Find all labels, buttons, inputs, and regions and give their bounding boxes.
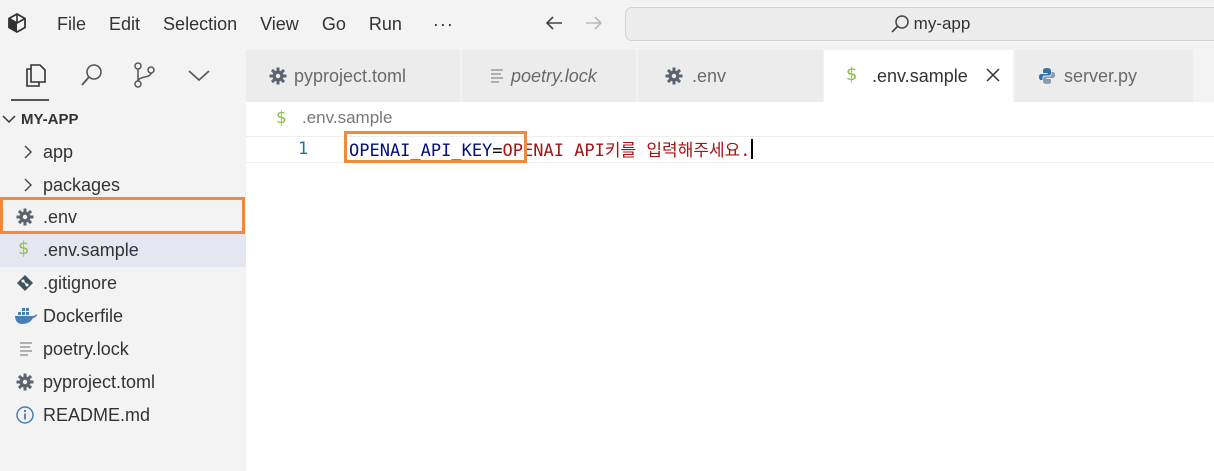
- title-bar: File Edit Selection View Go Run ··· my-a…: [0, 0, 1214, 50]
- tree-item-poetry-lock[interactable]: poetry.lock: [0, 333, 246, 366]
- gear-icon: [16, 373, 34, 391]
- arrow-right-icon[interactable]: [583, 12, 605, 34]
- dollar-icon: $: [18, 238, 30, 259]
- search-icon[interactable]: [78, 61, 106, 89]
- tree-item-pyproject[interactable]: pyproject.toml: [0, 366, 246, 399]
- docker-icon: [15, 308, 37, 324]
- line-number: 1: [298, 139, 309, 159]
- tree-item-label: .env.sample: [43, 240, 139, 260]
- menu-selection[interactable]: Selection: [163, 12, 237, 36]
- chevron-right-icon: [24, 178, 32, 192]
- tab-label: poetry.lock: [511, 66, 597, 86]
- close-icon[interactable]: [984, 66, 1002, 84]
- breadcrumb-file[interactable]: .env.sample: [302, 108, 392, 128]
- search-text: my-app: [913, 14, 971, 33]
- tree-item-label: .gitignore: [43, 273, 118, 293]
- search-icon: [891, 15, 909, 33]
- sidebar: MY-APP app packages .env $ .env.sample .…: [0, 50, 246, 471]
- menu-view[interactable]: View: [260, 12, 299, 36]
- tree-item-gitignore[interactable]: .gitignore: [0, 267, 246, 300]
- text-cursor: [750, 139, 753, 159]
- activity-bar: [0, 50, 246, 102]
- menu-more-button[interactable]: ···: [433, 14, 454, 35]
- tab-pyproject-toml[interactable]: pyproject.toml: [246, 50, 461, 102]
- tree-item-label: poetry.lock: [43, 339, 129, 359]
- info-icon: [16, 406, 34, 424]
- explorer-folder-header[interactable]: MY-APP: [0, 107, 79, 131]
- tree-item-label: packages: [43, 175, 121, 195]
- menu-run[interactable]: Run: [369, 12, 402, 36]
- editor-tabs: pyproject.toml poetry.lock .env $ .env.s…: [246, 50, 1214, 102]
- tree-item-label: app: [43, 142, 74, 162]
- tab-server-py[interactable]: server.py: [1015, 50, 1194, 102]
- breadcrumb[interactable]: $ .env.sample: [276, 108, 392, 128]
- tab-label: pyproject.toml: [294, 66, 407, 86]
- folder-name: MY-APP: [21, 110, 79, 128]
- menu-file[interactable]: File: [57, 12, 86, 36]
- tree-item-label: README.md: [43, 405, 151, 425]
- tree-item-label: Dockerfile: [43, 306, 124, 326]
- source-control-icon[interactable]: [130, 61, 158, 89]
- menu-go[interactable]: Go: [322, 12, 346, 36]
- gear-icon: [665, 67, 683, 85]
- vscode-logo-icon: [8, 12, 26, 34]
- tree-item-label: pyproject.toml: [43, 372, 156, 392]
- tree-item-readme[interactable]: README.md: [0, 399, 246, 432]
- git-icon: [17, 275, 33, 291]
- tab-poetry-lock[interactable]: poetry.lock: [462, 50, 637, 102]
- env-value: OPENAI API키를 입력해주세요.: [502, 141, 751, 161]
- python-icon: [1039, 68, 1055, 84]
- tab-label: server.py: [1064, 66, 1138, 86]
- arrow-left-icon[interactable]: [543, 12, 565, 34]
- lines-icon: [20, 342, 32, 356]
- editor[interactable]: $ .env.sample 1 OPENAI_API_KEY=OPENAI AP…: [246, 102, 1214, 471]
- explorer-icon[interactable]: [22, 61, 50, 89]
- tab-env-sample[interactable]: $ .env.sample: [824, 50, 1014, 102]
- highlight-box-env: [0, 197, 245, 234]
- command-center-search[interactable]: my-app: [625, 7, 1214, 41]
- tree-item-dockerfile[interactable]: Dockerfile: [0, 300, 246, 333]
- tab-label: .env: [692, 66, 727, 86]
- dollar-icon: $: [846, 64, 858, 85]
- tab-label: .env.sample: [872, 66, 968, 86]
- chevron-down-icon[interactable]: [185, 61, 213, 89]
- active-view-indicator: [11, 99, 49, 101]
- tree-item-env-sample[interactable]: $ .env.sample: [0, 234, 246, 267]
- highlight-box-key: [344, 131, 527, 163]
- chevron-down-icon: [2, 115, 16, 124]
- menu-bar: File Edit Selection View Go Run ···: [57, 12, 454, 36]
- lines-icon: [491, 69, 503, 83]
- gear-icon: [269, 67, 287, 85]
- tab-env[interactable]: .env: [638, 50, 824, 102]
- tree-item-app[interactable]: app: [0, 136, 246, 169]
- dollar-icon: $: [276, 108, 287, 128]
- chevron-right-icon: [24, 145, 32, 159]
- menu-edit[interactable]: Edit: [109, 12, 140, 36]
